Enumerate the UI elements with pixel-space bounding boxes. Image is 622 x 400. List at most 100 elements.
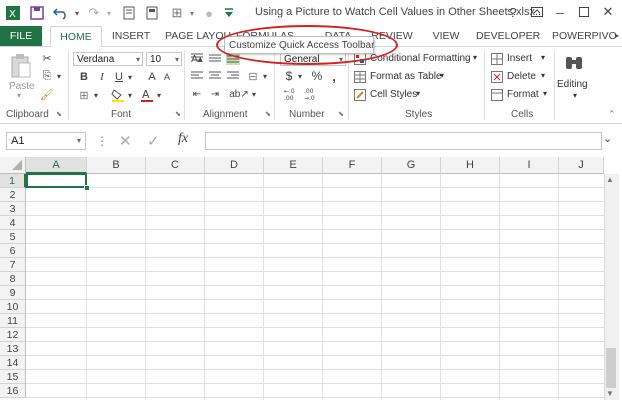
comma-button[interactable]: , [328,69,340,84]
name-box[interactable]: A1 ▾ [6,132,86,150]
tab-file[interactable]: FILE [0,26,42,46]
copy-icon[interactable]: ⎘ [40,69,54,83]
ribbon-display-options-icon[interactable] [527,3,547,21]
row-header-11[interactable]: 11 [0,314,26,328]
tab-developer[interactable]: DEVELOPER [476,26,540,46]
insert-cells-button[interactable]: Insert [507,53,532,64]
format-cells-button[interactable]: Format [507,89,539,100]
column-header-b[interactable]: B [87,157,146,174]
increase-decimal-icon[interactable]: ←.0.00 [283,87,301,101]
column-header-a[interactable]: A [26,157,87,174]
row-header-1[interactable]: 1 [0,174,26,188]
font-launcher-icon[interactable]: ⬊ [175,110,183,118]
restore-icon[interactable] [574,3,594,21]
bold-button[interactable]: B [77,70,91,84]
copy-dropdown-icon[interactable]: ▾ [55,69,63,83]
font-name-combo[interactable]: Verdana ▾ [73,52,143,66]
column-header-d[interactable]: D [205,157,264,174]
binoculars-icon[interactable] [563,51,585,73]
underline-button[interactable]: U [112,70,126,84]
redo-dropdown-icon[interactable]: ▾ [100,4,118,22]
cut-icon[interactable]: ✂ [40,51,54,65]
font-color-icon[interactable]: A [140,87,154,102]
row-header-4[interactable]: 4 [0,216,26,230]
tab-view[interactable]: VIEW [426,26,466,46]
column-header-c[interactable]: C [146,157,205,174]
border-dropdown-icon[interactable]: ▾ [92,88,100,102]
border-icon[interactable]: ⊞ [77,88,91,102]
undo-dropdown-icon[interactable]: ▾ [68,4,86,22]
orientation-dropdown-icon[interactable]: ▾ [250,87,258,101]
underline-dropdown-icon[interactable]: ▾ [126,70,134,84]
italic-button[interactable]: I [95,70,109,84]
scroll-up-icon[interactable]: ▲ [606,175,614,184]
cell-styles-icon[interactable] [353,88,367,102]
column-header-f[interactable]: F [323,157,382,174]
tab-powerpivot[interactable]: POWERPIVO [552,26,617,46]
worksheet-grid[interactable] [0,157,622,400]
format-as-table-dropdown-icon[interactable]: ▾ [440,71,444,80]
active-cell-a1[interactable] [26,173,87,188]
merge-center-icon[interactable]: ⊟ [246,69,260,83]
align-top-icon[interactable] [190,51,204,65]
confirm-entry-icon[interactable]: ✓ [147,132,160,150]
row-header-10[interactable]: 10 [0,300,26,314]
align-right-icon[interactable] [226,69,240,83]
format-as-table-icon[interactable] [353,70,367,84]
help-button[interactable]: ? [503,3,523,21]
cell-styles-dropdown-icon[interactable]: ▾ [416,89,420,98]
row-header-7[interactable]: 7 [0,258,26,272]
format-as-table-button[interactable]: Format as Table [370,71,442,82]
font-name-dropdown-icon[interactable]: ▾ [136,53,140,67]
delete-cells-button[interactable]: Delete [507,71,536,82]
fill-color-icon[interactable] [110,88,126,102]
fill-handle[interactable] [84,185,90,191]
cancel-entry-icon[interactable]: ✕ [119,132,132,150]
increase-indent-icon[interactable]: ⇥ [208,87,222,101]
increase-font-icon[interactable]: A [145,70,159,84]
alignment-launcher-icon[interactable]: ⬊ [265,110,273,118]
minimize-icon[interactable]: – [550,3,570,21]
percent-button[interactable]: % [310,69,324,83]
paste-label[interactable]: Paste [9,81,35,92]
column-header-g[interactable]: G [382,157,441,174]
fill-color-dropdown-icon[interactable]: ▾ [126,88,134,102]
print-preview-icon[interactable] [120,4,138,22]
tab-insert[interactable]: INSERT [106,26,156,46]
format-painter-icon[interactable]: 🖌 [40,87,54,101]
decrease-font-icon[interactable]: A [160,70,174,84]
align-left-icon[interactable] [190,69,204,83]
calculator-icon[interactable] [143,4,161,22]
row-header-5[interactable]: 5 [0,230,26,244]
formula-input[interactable] [205,132,602,150]
row-header-3[interactable]: 3 [0,202,26,216]
orientation-icon[interactable]: ab↗ [229,87,249,101]
currency-button[interactable]: $ [283,69,295,83]
conditional-formatting-dropdown-icon[interactable]: ▾ [473,53,477,62]
scroll-down-icon[interactable]: ▼ [606,389,614,398]
row-header-9[interactable]: 9 [0,286,26,300]
delete-cells-dropdown-icon[interactable]: ▾ [541,71,545,80]
row-header-2[interactable]: 2 [0,188,26,202]
insert-cells-icon[interactable] [490,52,504,66]
row-header-6[interactable]: 6 [0,244,26,258]
font-size-combo[interactable]: 10 ▾ [146,52,182,66]
row-header-8[interactable]: 8 [0,272,26,286]
select-all-corner[interactable] [0,157,26,174]
insert-cells-dropdown-icon[interactable]: ▾ [541,53,545,62]
insert-function-button[interactable]: fx [178,131,188,147]
editing-button[interactable]: Editing [557,79,588,90]
font-size-dropdown-icon[interactable]: ▾ [175,53,179,67]
scrollbar-thumb[interactable] [606,348,616,388]
column-header-h[interactable]: H [441,157,500,174]
delete-cells-icon[interactable] [490,70,504,84]
borders-dropdown-icon[interactable]: ▾ [183,4,201,22]
column-header-j[interactable]: J [559,157,604,174]
format-cells-icon[interactable] [490,88,504,102]
align-middle-icon[interactable] [208,51,222,65]
customize-qat-icon[interactable] [220,4,238,22]
row-header-14[interactable]: 14 [0,356,26,370]
save-icon[interactable] [28,4,46,22]
column-header-i[interactable]: I [500,157,559,174]
decrease-decimal-icon[interactable]: .00 →.0 [303,87,321,101]
